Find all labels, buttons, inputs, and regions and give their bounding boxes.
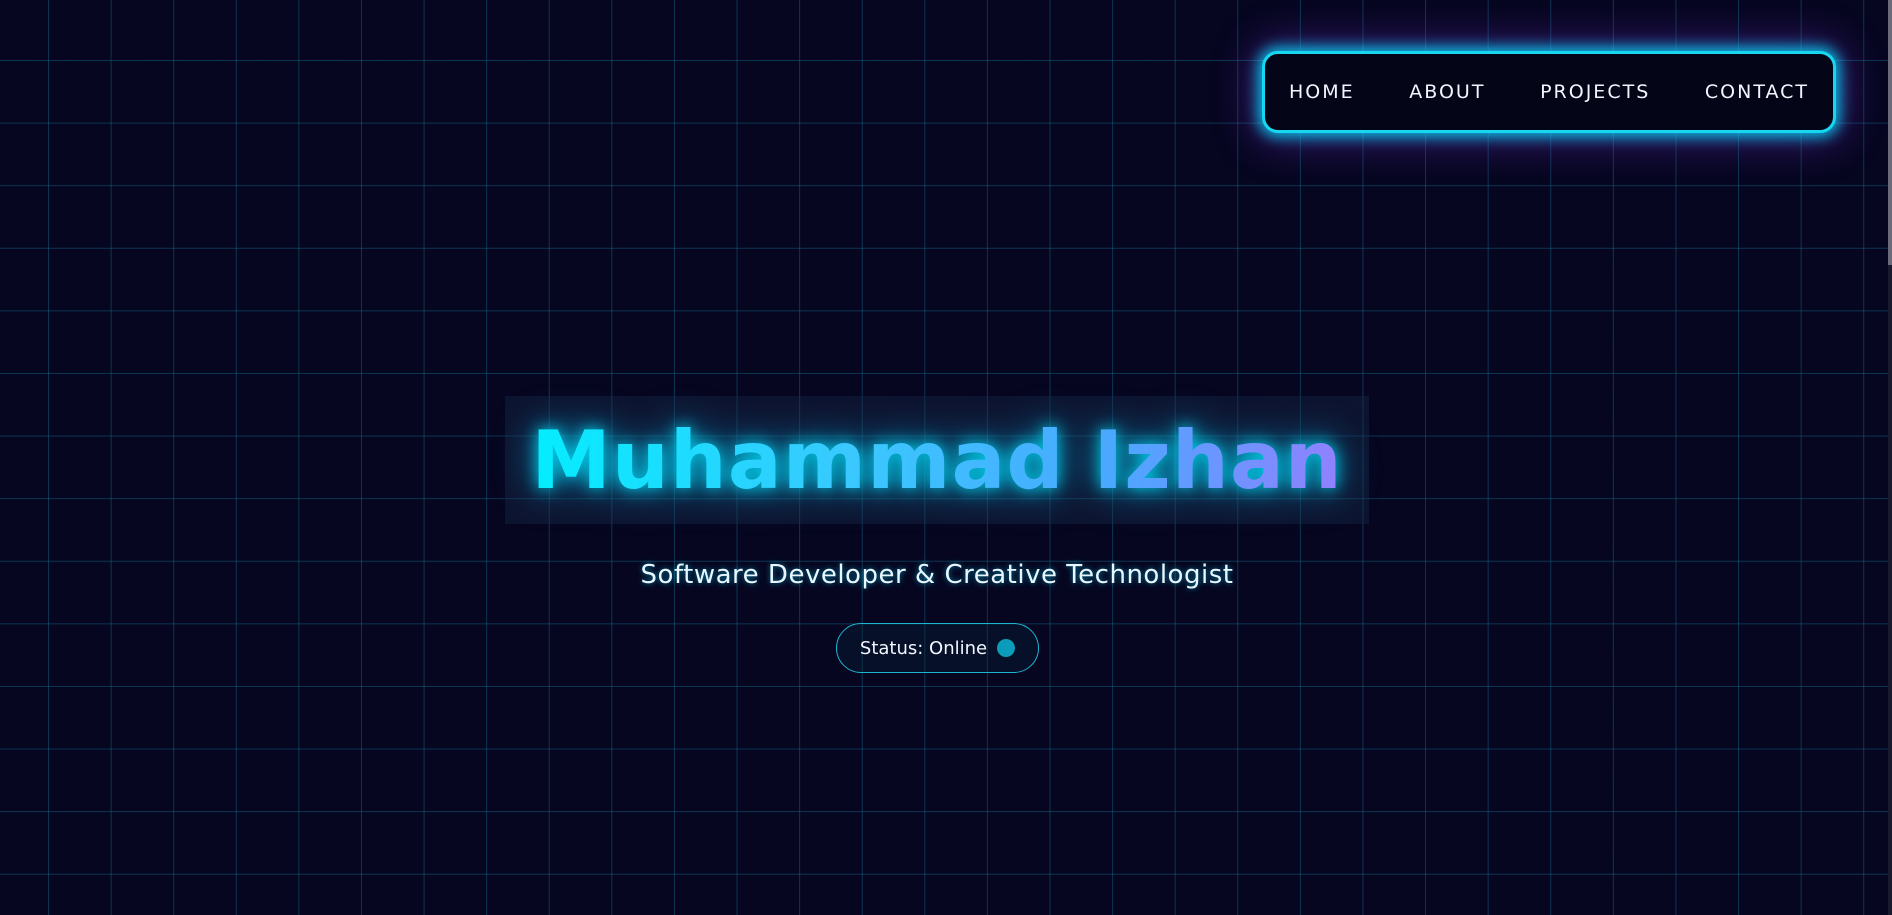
page-background: HOME ABOUT PROJECTS CONTACT Muhammad Izh… <box>0 0 1892 915</box>
nav-link-home[interactable]: HOME <box>1289 81 1355 103</box>
status-online-dot-icon <box>997 639 1016 657</box>
scrollbar-thumb[interactable] <box>1888 0 1892 265</box>
nav-link-about[interactable]: ABOUT <box>1409 81 1485 103</box>
status-label: Status: Online <box>859 637 988 659</box>
scrollbar[interactable] <box>1888 0 1892 915</box>
nav-link-projects[interactable]: PROJECTS <box>1540 81 1650 103</box>
main-navigation: HOME ABOUT PROJECTS CONTACT <box>1262 51 1836 133</box>
hero-title: Muhammad Izhan <box>505 396 1369 524</box>
nav-link-contact[interactable]: CONTACT <box>1705 81 1809 103</box>
status-badge: Status: Online <box>836 623 1039 673</box>
hero-subtitle: Software Developer & Creative Technologi… <box>640 560 1234 590</box>
